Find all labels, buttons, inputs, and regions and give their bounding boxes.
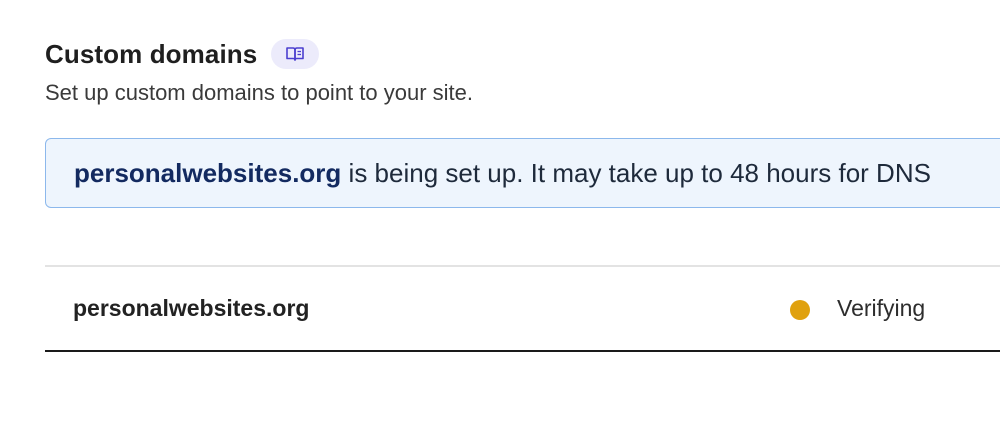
domain-row[interactable]: personalwebsites.org Verifying xyxy=(45,267,1000,351)
banner-domain: personalwebsites.org xyxy=(74,157,342,188)
status-label: Verifying xyxy=(837,295,926,321)
section-title: Custom domains xyxy=(45,38,258,69)
setup-info-banner: personalwebsites.org is being set up. It… xyxy=(45,138,1000,208)
docs-button[interactable] xyxy=(271,39,320,69)
domain-name[interactable]: personalwebsites.org xyxy=(73,295,309,322)
section-header: Custom domains xyxy=(45,36,320,72)
list-divider-bottom xyxy=(45,350,1000,352)
banner-message: is being set up. It may take up to 48 ho… xyxy=(341,157,931,188)
book-icon xyxy=(286,47,305,61)
status-indicator-dot xyxy=(790,300,810,320)
custom-domains-page: Custom domains Set up custom domains to … xyxy=(0,0,1000,427)
section-description: Set up custom domains to point to your s… xyxy=(45,80,474,105)
